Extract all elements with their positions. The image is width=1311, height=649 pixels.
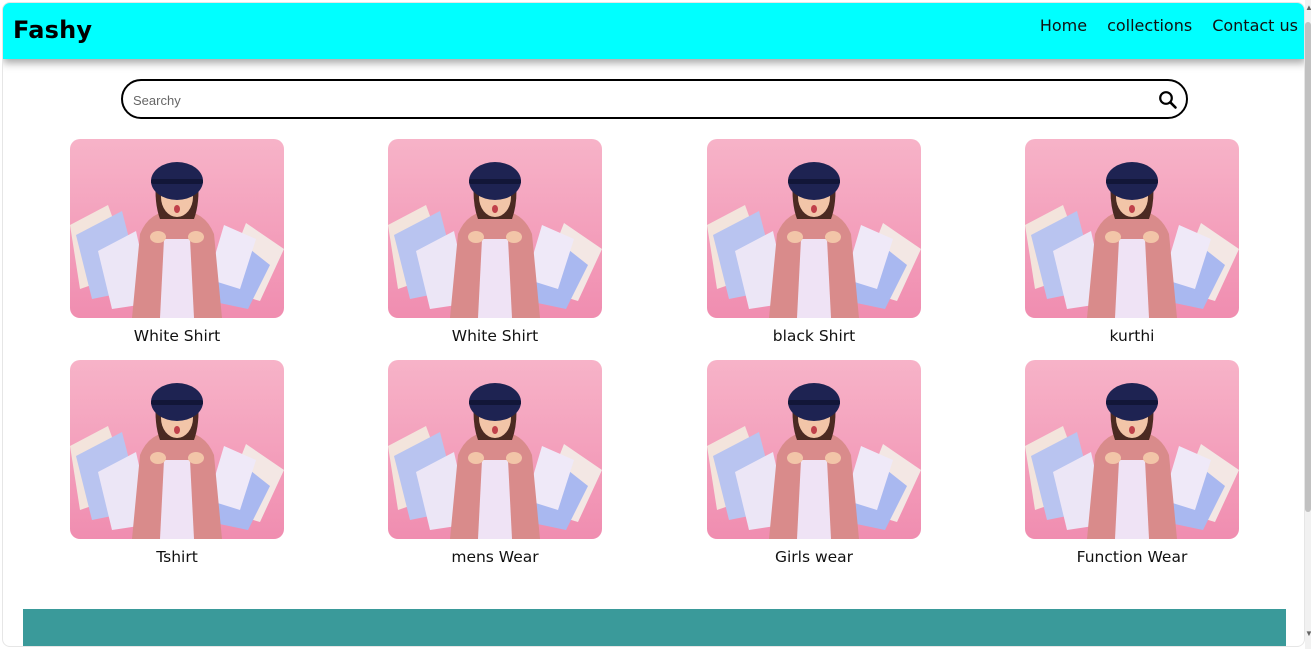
product-card[interactable]: White Shirt (388, 139, 602, 350)
scroll-thumb[interactable] (1305, 22, 1311, 512)
footer-bar (23, 609, 1286, 646)
product-card[interactable]: black Shirt (707, 139, 921, 350)
scroll-up-arrow-icon[interactable]: ▲ (1305, 4, 1311, 12)
product-image[interactable] (388, 139, 602, 318)
product-label[interactable]: mens Wear (388, 548, 602, 566)
product-card[interactable]: kurthi (1025, 139, 1239, 350)
nav-link-home[interactable]: Home (1040, 16, 1087, 35)
search-icon[interactable] (1158, 90, 1178, 110)
product-image[interactable] (1025, 139, 1239, 318)
product-label[interactable]: White Shirt (70, 327, 284, 345)
product-label[interactable]: kurthi (1025, 327, 1239, 345)
scroll-down-arrow-icon[interactable]: ▼ (1305, 630, 1311, 638)
product-card[interactable]: mens Wear (388, 360, 602, 571)
product-card[interactable]: Girls wear (707, 360, 921, 571)
product-label[interactable]: Girls wear (707, 548, 921, 566)
product-image[interactable] (1025, 360, 1239, 539)
nav-links: Home collections Contact us (1040, 16, 1298, 35)
search-bar (121, 79, 1188, 119)
product-label[interactable]: Tshirt (70, 548, 284, 566)
product-card[interactable]: Function Wear (1025, 360, 1239, 571)
product-image[interactable] (388, 360, 602, 539)
product-label[interactable]: black Shirt (707, 327, 921, 345)
product-image[interactable] (707, 139, 921, 318)
page-scrollbar[interactable]: ▲ ▼ (1305, 0, 1311, 649)
product-label[interactable]: White Shirt (388, 327, 602, 345)
product-card[interactable]: White Shirt (70, 139, 284, 350)
product-card[interactable]: Tshirt (70, 360, 284, 571)
top-navbar: Fashy Home collections Contact us (3, 3, 1304, 59)
search-input[interactable] (133, 87, 1133, 113)
nav-link-collections[interactable]: collections (1107, 16, 1192, 35)
product-image[interactable] (70, 139, 284, 318)
product-image[interactable] (70, 360, 284, 539)
product-label[interactable]: Function Wear (1025, 548, 1239, 566)
brand-logo[interactable]: Fashy (13, 16, 92, 44)
nav-link-contact[interactable]: Contact us (1212, 16, 1298, 35)
product-image[interactable] (707, 360, 921, 539)
browser-viewport: Fashy Home collections Contact us White … (2, 2, 1305, 647)
